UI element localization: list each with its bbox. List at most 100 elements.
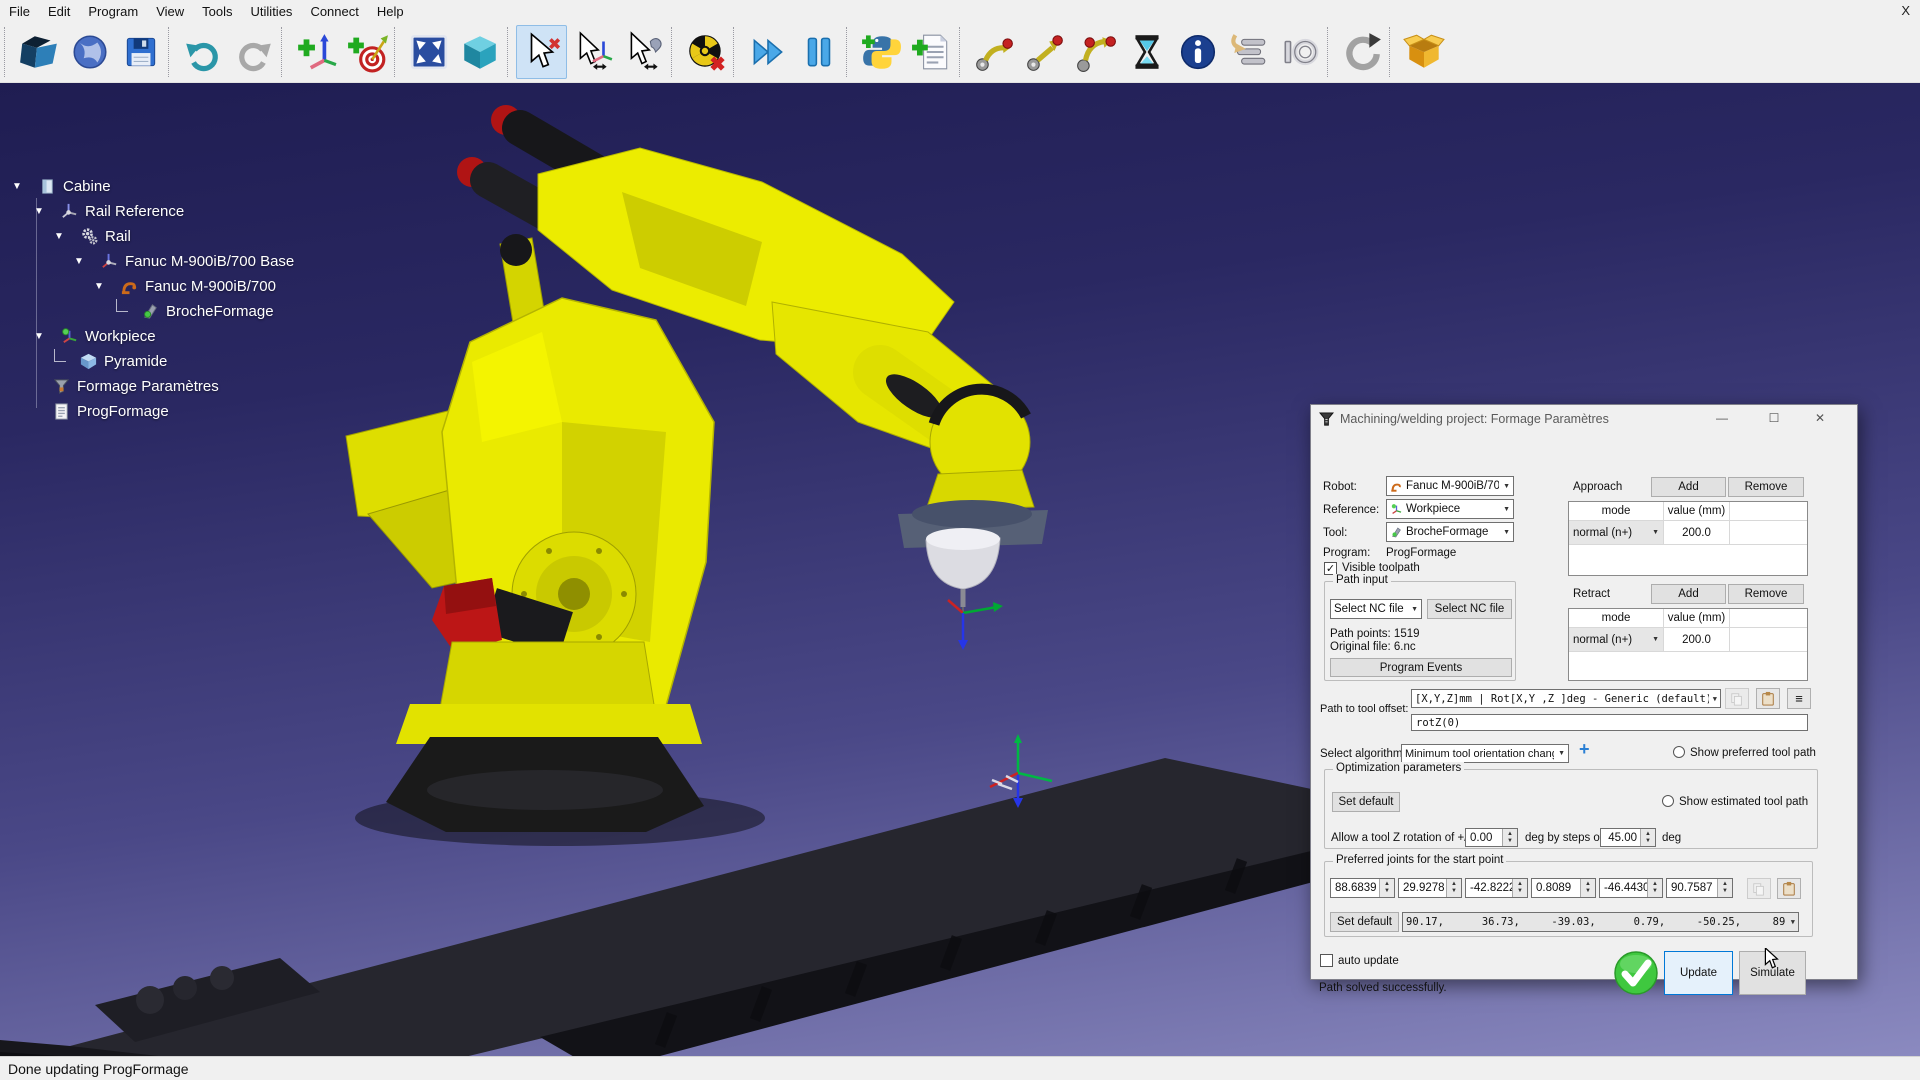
joint-3-spinner[interactable]: -42.8222▲▼	[1465, 878, 1528, 898]
pause-simulation-button[interactable]	[793, 25, 844, 79]
tree-item-progformage[interactable]: ProgFormage	[0, 399, 294, 424]
update-button[interactable]: Update	[1664, 951, 1733, 995]
optimization-set-default-button[interactable]: Set default	[1332, 792, 1400, 812]
auto-update-checkbox[interactable]	[1320, 954, 1333, 967]
add-target-button[interactable]	[341, 25, 392, 79]
steps-spinner[interactable]: 45.00 ▲▼	[1600, 828, 1656, 847]
move-linear-instruction-button[interactable]	[1019, 25, 1070, 79]
joint-2-spinner[interactable]: 29.9278▲▼	[1398, 878, 1462, 898]
move-joint-instruction-button[interactable]	[968, 25, 1019, 79]
menu-file[interactable]: File	[0, 1, 39, 22]
nc-file-dropdown[interactable]: Select NC file▼	[1330, 599, 1422, 619]
add-algorithm-button[interactable]: +	[1579, 739, 1590, 760]
tree-item-rail[interactable]: ▼ Rail	[0, 224, 294, 249]
offset-copy-button[interactable]	[1725, 688, 1749, 709]
offset-menu-button[interactable]: ≡	[1787, 688, 1811, 709]
tree-item-brocheformage[interactable]: BrocheFormage	[0, 299, 294, 324]
reference-dropdown[interactable]: Workpiece▼	[1386, 499, 1514, 519]
retract-table[interactable]: mode value (mm) normal (n+)▼ 200.0	[1568, 608, 1808, 681]
tree-item-fanuc-robot[interactable]: ▼ Fanuc M-900iB/700	[0, 274, 294, 299]
window-close-button[interactable]: X	[1901, 3, 1910, 18]
tree-item-formage-parametres[interactable]: Formage Paramètres	[0, 374, 294, 399]
fit-to-screen-button[interactable]	[403, 25, 454, 79]
offset-value-input[interactable]: rotZ(0)	[1411, 714, 1808, 731]
dialog-title-bar[interactable]: Machining/welding project: Formage Param…	[1311, 405, 1857, 433]
tree-item-cabine[interactable]: ▼ Cabine	[0, 174, 294, 199]
offset-paste-button[interactable]	[1756, 688, 1780, 709]
expand-arrow-icon[interactable]: ▼	[10, 181, 38, 192]
dialog-close-button[interactable]: ✕	[1805, 405, 1835, 431]
spinner-arrows-icon[interactable]: ▲▼	[1502, 829, 1517, 846]
menu-program[interactable]: Program	[79, 1, 147, 22]
spinner-arrows-icon[interactable]: ▲▼	[1640, 829, 1655, 846]
add-reference-frame-button[interactable]	[290, 25, 341, 79]
joints-paste-button[interactable]	[1777, 878, 1801, 899]
spinner-arrows-icon[interactable]: ▲▼	[1446, 879, 1461, 897]
add-python-program-button[interactable]	[855, 25, 906, 79]
joint-4-spinner[interactable]: 0.8089▲▼	[1531, 878, 1596, 898]
set-io-instruction-button[interactable]	[1274, 25, 1325, 79]
retract-mode-dropdown[interactable]: normal (n+)▼	[1569, 628, 1664, 652]
retract-remove-button[interactable]: Remove	[1728, 584, 1804, 604]
expand-arrow-icon[interactable]: ▼	[52, 231, 80, 242]
robot-dropdown[interactable]: Fanuc M-900iB/700▼	[1386, 476, 1514, 496]
pause-instruction-button[interactable]	[1121, 25, 1172, 79]
joint-1-spinner[interactable]: 88.6839▲▼	[1330, 878, 1395, 898]
tree-item-pyramide[interactable]: Pyramide	[0, 349, 294, 374]
dialog-maximize-button[interactable]: ☐	[1759, 405, 1789, 431]
program-events-button[interactable]: Program Events	[1330, 658, 1512, 677]
spinner-arrows-icon[interactable]: ▲▼	[1647, 879, 1662, 897]
menu-view[interactable]: View	[147, 1, 193, 22]
check-collisions-button[interactable]	[680, 25, 731, 79]
isometric-view-button[interactable]	[454, 25, 505, 79]
menu-help[interactable]: Help	[368, 1, 413, 22]
redo-button[interactable]	[228, 25, 279, 79]
tree-item-rail-reference[interactable]: ▼ Rail Reference	[0, 199, 294, 224]
move-tool-cursor-button[interactable]	[618, 25, 669, 79]
move-reference-cursor-button[interactable]	[567, 25, 618, 79]
open-file-button[interactable]	[13, 25, 64, 79]
retract-value-cell[interactable]: 200.0	[1664, 628, 1730, 652]
retract-add-button[interactable]: Add	[1651, 584, 1726, 604]
run-program-loop-button[interactable]	[1336, 25, 1387, 79]
approach-mode-dropdown[interactable]: normal (n+)▼	[1569, 521, 1664, 545]
menu-utilities[interactable]: Utilities	[242, 1, 302, 22]
tree-item-fanuc-base[interactable]: ▼ Fanuc M-900iB/700 Base	[0, 249, 294, 274]
menu-tools[interactable]: Tools	[193, 1, 241, 22]
save-button[interactable]	[115, 25, 166, 79]
show-estimated-radio[interactable]: Show estimated tool path	[1662, 795, 1808, 808]
expand-arrow-icon[interactable]: ▼	[72, 256, 100, 267]
dialog-minimize-button[interactable]: —	[1707, 405, 1737, 431]
tool-dropdown[interactable]: BrocheFormage▼	[1386, 522, 1514, 542]
show-message-instruction-button[interactable]	[1172, 25, 1223, 79]
fast-simulation-button[interactable]	[742, 25, 793, 79]
add-program-button[interactable]	[906, 25, 957, 79]
approach-add-button[interactable]: Add	[1651, 477, 1726, 497]
expand-arrow-icon[interactable]: ▼	[92, 281, 120, 292]
spinner-arrows-icon[interactable]: ▲▼	[1379, 879, 1394, 897]
show-preferred-radio[interactable]: Show preferred tool path	[1673, 746, 1816, 759]
approach-remove-button[interactable]: Remove	[1728, 477, 1804, 497]
move-circular-instruction-button[interactable]	[1070, 25, 1121, 79]
approach-value-cell[interactable]: 200.0	[1664, 521, 1730, 545]
menu-edit[interactable]: Edit	[39, 1, 79, 22]
offset-preset-dropdown[interactable]: [X,Y,Z]mm | Rot[X,Y ,Z ]deg - Generic (d…	[1411, 689, 1721, 708]
spinner-arrows-icon[interactable]: ▲▼	[1580, 879, 1595, 897]
select-cursor-button[interactable]	[516, 25, 567, 79]
spinner-arrows-icon[interactable]: ▲▼	[1717, 879, 1732, 897]
program-call-instruction-button[interactable]	[1223, 25, 1274, 79]
current-joints-dropdown[interactable]: 90.17, 36.73, -39.03, 0.79, -50.25, 89▼	[1402, 912, 1799, 932]
menu-connect[interactable]: Connect	[301, 1, 367, 22]
select-nc-file-button[interactable]: Select NC file	[1427, 599, 1512, 619]
approach-table[interactable]: mode value (mm) normal (n+)▼ 200.0	[1568, 501, 1808, 576]
tree-item-workpiece[interactable]: ▼ Workpiece	[0, 324, 294, 349]
rotation-spinner[interactable]: 0.00 ▲▼	[1465, 828, 1518, 847]
undo-button[interactable]	[177, 25, 228, 79]
joints-set-default-button[interactable]: Set default	[1330, 912, 1399, 932]
package-project-button[interactable]	[1398, 25, 1449, 79]
joint-5-spinner[interactable]: -46.4430▲▼	[1599, 878, 1663, 898]
algorithm-dropdown[interactable]: Minimum tool orientation change▼	[1401, 744, 1569, 763]
joints-copy-button[interactable]	[1747, 878, 1771, 899]
joint-6-spinner[interactable]: 90.7587▲▼	[1666, 878, 1733, 898]
spinner-arrows-icon[interactable]: ▲▼	[1512, 879, 1527, 897]
